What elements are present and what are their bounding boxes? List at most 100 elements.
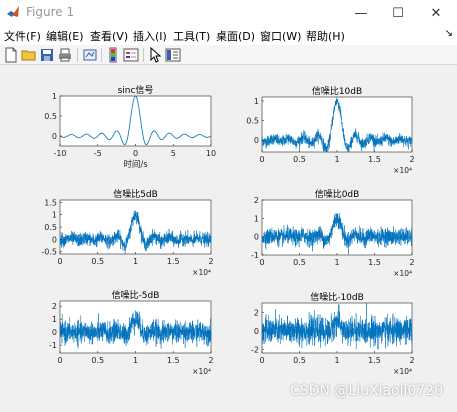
toolbar [0,45,457,65]
subplot-title: 信噪比5dB [113,188,158,200]
x-tick-label: 0.5 [91,257,104,266]
new-figure-icon[interactable] [3,47,19,63]
y-tick-label: 2 [254,308,259,317]
x-tick-label: 2 [409,258,414,267]
subplot[interactable]: -10 -5 0 5 10 0 0.5 1 sinc信号时间/s [44,84,216,170]
axes-box [59,199,212,255]
insert-legend-icon[interactable] [123,47,139,63]
x-tick-label: 1 [334,155,339,164]
x-tick-label: 0.5 [293,356,306,365]
menu-edit[interactable]: 编辑(E) [46,28,84,44]
x-tick-label: 0.5 [91,356,104,365]
save-icon[interactable] [39,47,55,63]
x-tick-label: 1 [334,258,339,267]
toolbar-separator [101,48,102,62]
y-tick-label: 0 [254,327,259,336]
pointer-icon[interactable] [147,47,163,63]
subplot-title: 信噪比10dB [312,85,362,97]
y-tick-label: 1 [52,92,57,101]
open-folder-icon[interactable] [21,47,37,63]
y-tick-label: 1 [52,211,57,220]
y-tick-label: -1 [251,251,259,260]
property-inspector-icon[interactable] [165,47,181,63]
subplot-title: sinc信号 [118,84,154,96]
x-tick-label: 10 [206,149,216,158]
y-tick-label: 0.5 [44,223,57,232]
menu-file[interactable]: 文件(F) [4,28,41,44]
dock-arrow-icon[interactable]: ↘ [445,28,453,39]
menu-help[interactable]: 帮助(H) [306,28,345,44]
x-exponent-label: ×10⁴ [393,166,412,175]
axes-box [261,199,413,256]
toolbar-separator [143,48,144,62]
menu-bar: 文件(F) 编辑(E) 查看(V) 插入(I) 工具(T) 桌面(D) 窗口(W… [0,26,457,45]
y-tick-label: 1.5 [44,198,57,207]
x-tick-label: 1.5 [167,356,180,365]
link-plot-icon[interactable] [82,47,98,63]
x-tick-label: 5 [171,149,176,158]
matlab-icon [7,6,19,17]
maximize-button[interactable]: ☐ [380,0,416,26]
menu-view[interactable]: 查看(V) [90,28,128,44]
x-tick-label: 0.5 [293,155,306,164]
y-tick-label: -2 [251,345,259,354]
x-tick-label: 1 [133,356,138,365]
subplot[interactable]: 0 0.5 1 1.5 2-1012信噪比0dB×10⁴ [251,188,415,278]
y-tick-label: -0.5 [41,248,57,257]
insert-colorbar-icon[interactable] [105,47,121,63]
subplot-title: 信噪比0dB [315,188,360,200]
subplot[interactable]: 0 0.5 1 1.5 2 0 0.5 1 信噪比10dB ×10⁴ [246,85,414,175]
watermark: CSDN @LiuXiaoli0720 [290,383,443,399]
window-title: Figure 1 [26,5,75,19]
x-tick-label: 1.5 [167,257,180,266]
x-tick-label: 0 [57,356,62,365]
menu-desktop[interactable]: 桌面(D) [216,28,255,44]
x-tick-label: -10 [53,149,66,158]
subplot[interactable]: 0 0.5 1 1.5 2-202信噪比-10dB×10⁴ [251,291,415,376]
x-tick-label: 2 [208,356,213,365]
y-tick-label: 0 [52,132,57,141]
menu-window[interactable]: 窗口(W) [260,28,301,44]
x-tick-label: 0 [259,356,264,365]
menu-tools[interactable]: 工具(T) [173,28,210,44]
y-tick-label: 0.5 [44,112,57,121]
minimize-button[interactable]: — [343,0,379,26]
x-exponent-label: ×10⁴ [192,367,211,376]
x-tick-label: 1.5 [368,356,381,365]
toolbar-separator [77,48,78,62]
subplot[interactable]: 0 0.5 1 1.5 2-1012信噪比-5dB×10⁴ [49,289,214,376]
x-exponent-label: ×10⁴ [192,268,211,277]
x-tick-label: 0.5 [293,258,306,267]
x-tick-label: 0 [133,149,138,158]
subplot[interactable]: 0 0.5 1 1.5 2-0.500.511.5信噪比5dB×10⁴ [41,188,213,277]
x-tick-label: 1.5 [368,155,381,164]
menu-insert[interactable]: 插入(I) [133,28,167,44]
x-tick-label: 1 [334,356,339,365]
y-tick-label: 0 [254,136,259,145]
y-tick-label: 2 [52,302,57,311]
y-tick-label: 0 [52,235,57,244]
close-button[interactable]: ✕ [418,0,454,26]
x-axis-label: 时间/s [123,159,148,170]
x-tick-label: -5 [94,149,102,158]
x-tick-label: 2 [208,257,213,266]
y-tick-label: 0 [254,233,259,242]
y-tick-label: 1 [52,315,57,324]
x-tick-label: 2 [409,356,414,365]
y-tick-label: 0.5 [246,117,259,126]
subplot-grid: -10 -5 0 5 1000.51sinc信号时间/s0 0.5 1 1.5 200.51信噪… [41,84,415,376]
y-tick-label: 2 [254,196,259,205]
subplot-title: 信噪比-5dB [112,289,160,301]
figure-canvas: -10 -5 0 5 10 0 0.5 1 sinc信号 时间/s 0 0.5 1 1.5 2 0 0.5 1 信噪… [0,66,457,408]
print-icon[interactable] [57,47,73,63]
y-tick-label: 1 [254,97,259,106]
x-exponent-label: ×10⁴ [393,269,412,278]
title-bar: Figure 1 — ☐ ✕ [0,0,457,26]
axes-box [59,95,212,147]
x-tick-label: 2 [409,155,414,164]
y-tick-label: 1 [254,214,259,223]
x-tick-label: 0 [57,257,62,266]
x-tick-label: 0 [259,155,264,164]
x-exponent-label: ×10⁴ [393,367,412,376]
subplot-title: 信噪比-10dB [310,291,364,303]
